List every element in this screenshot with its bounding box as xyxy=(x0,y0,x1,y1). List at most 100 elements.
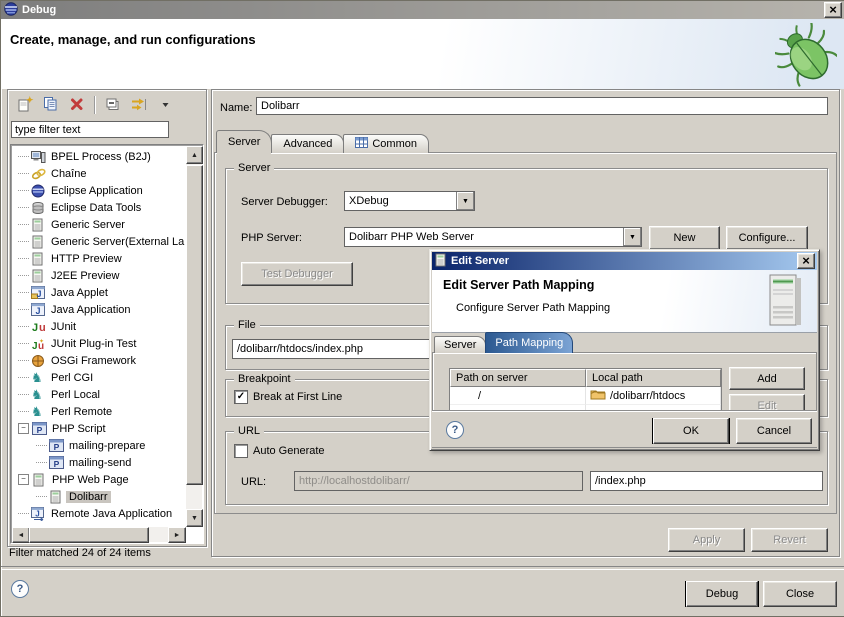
menu-dropdown-button[interactable] xyxy=(154,94,176,116)
tree-guide xyxy=(18,258,29,259)
junit-plugin-icon: Ju✦ xyxy=(31,337,48,350)
new-configuration-button[interactable]: ✦ xyxy=(14,94,36,116)
tree-item-generic-server[interactable]: Generic Server xyxy=(11,216,186,233)
vertical-scroll-thumb[interactable] xyxy=(186,165,203,485)
ok-button[interactable]: OK xyxy=(652,418,730,444)
debug-button[interactable]: Debug xyxy=(685,581,759,607)
page-title: Create, manage, and run configurations xyxy=(10,32,256,47)
tree-item-perl-local[interactable]: ♞Perl Local xyxy=(11,386,186,403)
apply-button[interactable]: Apply xyxy=(668,528,745,552)
tree-item-eclipse-application[interactable]: Eclipse Application xyxy=(11,182,186,199)
tree-guide xyxy=(18,190,29,191)
help-icon[interactable]: ? xyxy=(446,421,464,439)
filter-input[interactable] xyxy=(11,121,169,138)
tree-item-label: Java Applet xyxy=(48,287,111,299)
new-server-button[interactable]: New xyxy=(649,226,720,250)
server-tower-graphic xyxy=(769,274,805,331)
window-titlebar[interactable]: Debug xyxy=(1,1,844,19)
tab-label: Server xyxy=(444,339,476,351)
scroll-up-icon[interactable]: ▲ xyxy=(186,146,203,164)
perl-icon: ♞ xyxy=(31,370,48,385)
duplicate-configuration-button[interactable] xyxy=(40,94,62,116)
tab-label: Advanced xyxy=(283,138,332,150)
tree-vertical-scrollbar[interactable]: ▲ ▼ xyxy=(186,146,202,527)
server-icon xyxy=(31,252,48,266)
revert-button[interactable]: Revert xyxy=(751,528,828,552)
tree-item-php-script[interactable]: −PPHP Script xyxy=(11,420,186,437)
tree-item-cha-ne[interactable]: Chaîne xyxy=(11,165,186,182)
delete-configuration-icon xyxy=(69,96,85,115)
chevron-down-icon[interactable]: ▼ xyxy=(623,228,641,246)
tree-collapse-icon[interactable]: − xyxy=(18,423,29,434)
tree-item-remote-java-application[interactable]: JRemote Java Application xyxy=(11,505,186,522)
file-group-legend: File xyxy=(234,319,260,331)
delete-configuration-button[interactable] xyxy=(66,94,88,116)
svg-text:J: J xyxy=(32,322,38,333)
php-server-select[interactable]: Dolibarr PHP Web Server ▼ xyxy=(344,227,642,247)
database-icon xyxy=(31,201,48,215)
tree-item-eclipse-data-tools[interactable]: Eclipse Data Tools xyxy=(11,199,186,216)
tab-common[interactable]: Common xyxy=(343,134,429,153)
auto-generate-checkbox[interactable] xyxy=(234,444,248,458)
server-debugger-select[interactable]: XDebug ▼ xyxy=(344,191,475,211)
tree-item-junit-plug-in-test[interactable]: Ju✦JUnit Plug-in Test xyxy=(11,335,186,352)
tree-item-label: Generic Server(External La xyxy=(48,236,186,248)
test-debugger-button[interactable]: Test Debugger xyxy=(241,262,353,286)
server-group-legend: Server xyxy=(234,162,274,174)
configure-server-button[interactable]: Configure... xyxy=(726,226,808,250)
horizontal-scroll-thumb[interactable] xyxy=(29,527,149,543)
tree-item-j2ee-preview[interactable]: J2EE Preview xyxy=(11,267,186,284)
tree-item-dolibarr[interactable]: Dolibarr xyxy=(11,488,186,505)
tree-item-perl-cgi[interactable]: ♞Perl CGI xyxy=(11,369,186,386)
chevron-down-icon[interactable]: ▼ xyxy=(456,192,474,210)
config-tree: BPEL Process (B2J)ChaîneEclipse Applicat… xyxy=(11,145,186,527)
table-row[interactable]: //dolibarr/htdocs xyxy=(450,387,721,405)
perl-icon: ♞ xyxy=(31,387,48,402)
edit-server-titlebar[interactable]: Edit Server xyxy=(432,252,817,270)
scroll-down-icon[interactable]: ▼ xyxy=(186,509,203,527)
tab-advanced[interactable]: Advanced xyxy=(271,134,344,153)
server-icon xyxy=(31,269,48,283)
tree-guide xyxy=(36,496,47,497)
tree-item-http-preview[interactable]: HTTP Preview xyxy=(11,250,186,267)
tree-item-mailing-send[interactable]: Pmailing-send xyxy=(11,454,186,471)
help-icon[interactable]: ? xyxy=(11,580,29,598)
dialog-close-icon[interactable] xyxy=(797,253,815,269)
tree-item-mailing-prepare[interactable]: Pmailing-prepare xyxy=(11,437,186,454)
tree-item-bpel-process-b2j[interactable]: BPEL Process (B2J) xyxy=(11,148,186,165)
scroll-left-icon[interactable]: ◄ xyxy=(12,527,30,543)
ok-button-label: OK xyxy=(653,418,729,444)
svg-text:P: P xyxy=(37,425,43,435)
filter-configurations-button[interactable] xyxy=(128,94,150,116)
tree-item-label: OSGi Framework xyxy=(48,355,139,367)
tree-collapse-icon[interactable]: − xyxy=(18,474,29,485)
tree-item-perl-remote[interactable]: ♞Perl Remote xyxy=(11,403,186,420)
scroll-right-icon[interactable]: ► xyxy=(168,527,186,543)
tree-item-junit[interactable]: JuJUnit xyxy=(11,318,186,335)
break-first-line-checkbox[interactable] xyxy=(234,390,248,404)
tree-guide xyxy=(18,360,29,361)
svg-text:P: P xyxy=(54,442,60,452)
tree-item-java-applet[interactable]: JJava Applet xyxy=(11,284,186,301)
tab-path-mapping[interactable]: Path Mapping xyxy=(485,332,573,353)
tree-horizontal-scrollbar[interactable]: ◄ ► xyxy=(12,527,186,542)
tree-item-generic-server-external-la[interactable]: Generic Server(External La xyxy=(11,233,186,250)
window-close-icon[interactable] xyxy=(824,2,842,18)
add-mapping-button[interactable]: Add xyxy=(729,367,805,390)
column-header-local-path[interactable]: Local path xyxy=(586,369,721,387)
dialog-title: Edit Server xyxy=(451,255,509,267)
table-header-row: Path on serverLocal path xyxy=(450,369,721,387)
close-button[interactable]: Close xyxy=(763,581,837,607)
tree-item-java-application[interactable]: JJava Application xyxy=(11,301,186,318)
menu-dropdown-icon xyxy=(161,96,170,115)
tree-item-php-web-page[interactable]: −PHP Web Page xyxy=(11,471,186,488)
tab-server[interactable]: Server xyxy=(216,130,272,153)
tab-server[interactable]: Server xyxy=(434,336,486,353)
tree-item-osgi-framework[interactable]: OSGi Framework xyxy=(11,352,186,369)
dialog-button-bar: ? OK Cancel xyxy=(432,410,817,447)
name-input[interactable] xyxy=(256,97,828,115)
column-header-path-on-server[interactable]: Path on server xyxy=(450,369,586,387)
url-path-input[interactable] xyxy=(590,471,823,491)
collapse-all-button[interactable] xyxy=(102,94,124,116)
cancel-button[interactable]: Cancel xyxy=(736,418,812,444)
